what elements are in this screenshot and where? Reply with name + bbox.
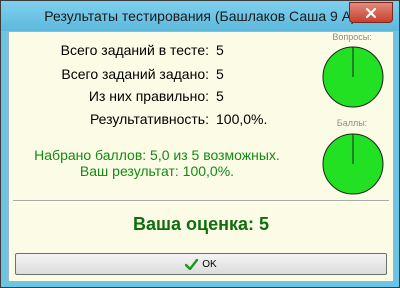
close-icon <box>365 7 377 18</box>
checkmark-icon <box>185 258 199 270</box>
result-summary: Ваш результат: 100,0%. <box>79 163 235 179</box>
stat-label-total: Всего заданий в тесте: <box>60 42 209 58</box>
stat-label-efficiency: Результативность: <box>89 111 209 127</box>
results-window: Результаты тестирования (Башлаков Саша 9… <box>0 0 400 288</box>
stat-value-given: 5 <box>216 66 224 82</box>
ok-button[interactable]: OK <box>15 253 387 275</box>
questions-chart-caption: Вопросы: <box>332 32 372 42</box>
divider <box>13 200 389 202</box>
stat-value-correct: 5 <box>216 88 224 104</box>
stat-label-given: Всего заданий задано: <box>61 66 209 82</box>
grade-label: Ваша оценка: 5 <box>133 214 269 234</box>
stat-label-correct: Из них правильно: <box>88 88 209 104</box>
stat-value-efficiency: 100,0%. <box>216 111 268 127</box>
title-bar: Результаты тестирования (Башлаков Саша 9… <box>1 1 399 31</box>
stat-value-total: 5 <box>216 42 224 58</box>
questions-pie-chart <box>322 46 384 108</box>
results-panel: Всего заданий в тесте: 5 Всего заданий з… <box>8 31 394 282</box>
ok-button-label: OK <box>202 258 217 270</box>
points-pie-chart <box>322 133 384 195</box>
window-title: Результаты тестирования (Башлаков Саша 9… <box>44 8 356 24</box>
points-chart-caption: Баллы: <box>336 118 368 128</box>
close-button[interactable] <box>349 2 393 23</box>
points-summary: Набрано баллов: 5,0 из 5 возможных. <box>34 147 280 163</box>
